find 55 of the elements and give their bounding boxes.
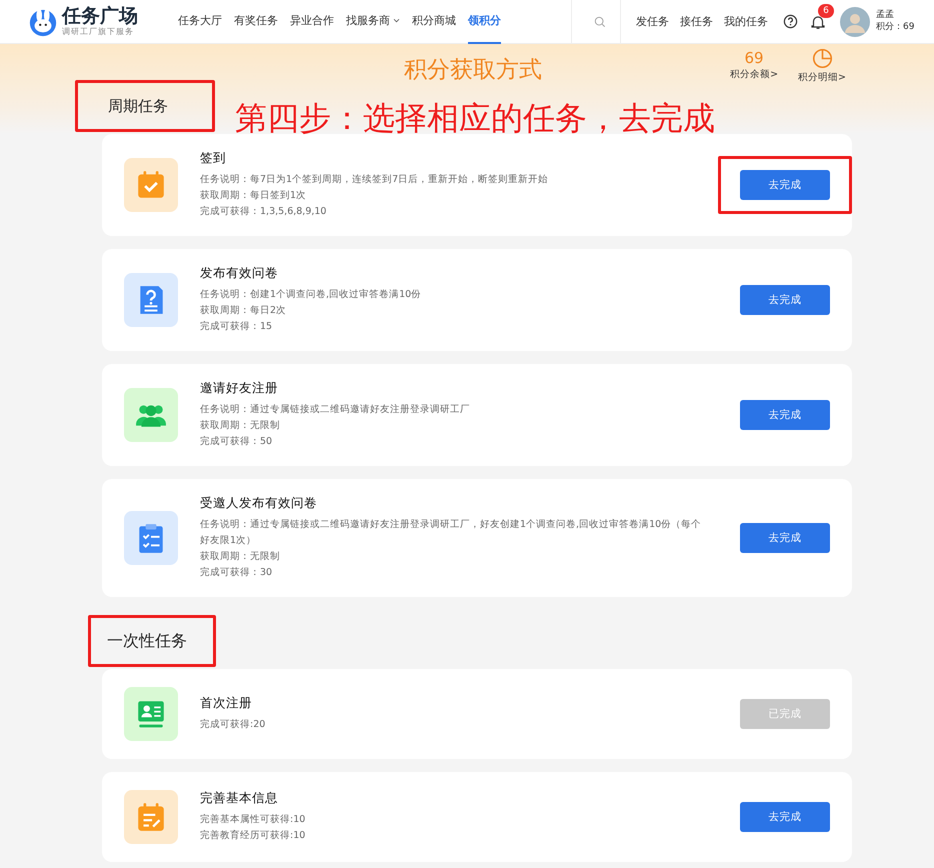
id-card-monitor-icon <box>135 698 167 730</box>
logo-title: 任务广场 <box>62 7 138 26</box>
task-detail: 获取周期：每日2次 <box>200 304 288 318</box>
annotation-text: 第四步：选择相应的任务，去完成 <box>235 98 715 139</box>
chevron-down-icon <box>393 18 400 23</box>
search-icon[interactable] <box>594 16 606 28</box>
nav-tab[interactable]: 任务大厅 <box>178 0 222 44</box>
pie-chart-icon[interactable] <box>812 48 833 69</box>
user-name: 孟孟 <box>876 10 895 22</box>
task-detail: 完成可获得：50 <box>200 435 274 449</box>
task-detail: 任务说明：通过专属链接或二维码邀请好友注册登录调研工厂 <box>200 403 471 417</box>
nav-tab[interactable]: 找服务商 <box>346 0 400 44</box>
task-detail: 获取周期：每日签到1次 <box>200 189 308 203</box>
task-button[interactable]: 去完成 <box>740 285 830 315</box>
task-title: 发布有效问卷 <box>200 265 279 282</box>
task-detail: 完善教育经历可获得:10 <box>200 828 306 843</box>
task-title: 受邀人发布有效问卷 <box>200 495 318 512</box>
task-button[interactable]: 去完成 <box>740 170 830 200</box>
calendar-edit-icon <box>135 801 167 833</box>
bell-icon[interactable] <box>810 14 826 30</box>
task-title: 首次注册 <box>200 695 253 712</box>
task-title: 签到 <box>200 150 227 167</box>
task-detail: 获取周期：无限制 <box>200 419 281 433</box>
nav-tab[interactable]: 异业合作 <box>290 0 334 44</box>
header-link[interactable]: 我的任务 <box>724 14 768 29</box>
task-detail: 获取周期：无限制 <box>200 550 281 564</box>
nav-tab[interactable]: 积分商城 <box>412 0 456 44</box>
section-heading: 一次性任务 <box>88 615 216 667</box>
logo-subtitle: 调研工厂旗下服务 <box>62 28 135 36</box>
task-button[interactable]: 去完成 <box>740 523 830 553</box>
help-icon[interactable] <box>783 14 798 29</box>
task-button[interactable]: 去完成 <box>740 802 830 832</box>
task-detail: 完成可获得：1,3,5,6,8,9,10 <box>200 205 328 219</box>
points-detail-link[interactable]: 积分明细> <box>798 71 846 84</box>
task-button[interactable]: 去完成 <box>740 400 830 430</box>
section-heading: 周期任务 <box>75 80 215 132</box>
task-detail: 完成可获得：30 <box>200 566 274 580</box>
notification-badge: 6 <box>818 4 834 18</box>
task-title: 完善基本信息 <box>200 790 279 807</box>
points-balance-link[interactable]: 69 积分余额> <box>730 48 778 84</box>
task-detail: 任务说明：每7日为1个签到周期，连续签到7日后，重新开始，断签则重新开始 <box>200 173 550 187</box>
calendar-check-icon <box>135 169 167 201</box>
task-title: 邀请好友注册 <box>200 380 279 397</box>
rabbit-logo-icon <box>28 6 58 36</box>
task-detail: 完成可获得：15 <box>200 320 274 334</box>
page-title: 积分获取方式 <box>404 56 542 85</box>
header-link[interactable]: 发任务 <box>636 14 669 29</box>
avatar[interactable] <box>840 6 870 36</box>
user-points: 积分：69 <box>876 22 914 34</box>
task-detail: 任务说明：创建1个调查问卷,回收过审答卷满10份 <box>200 288 422 302</box>
header-link[interactable]: 接任务 <box>680 14 713 29</box>
task-detail: 完善基本属性可获得:10 <box>200 813 306 827</box>
task-detail: 任务说明：通过专属链接或二维码邀请好友注册登录调研工厂，好友创建1个调查问卷,回收过审答卷满10份（每个好友限1次） <box>200 518 702 548</box>
nav-tab[interactable]: 有奖任务 <box>234 0 278 44</box>
task-detail: 完成可获得:20 <box>200 718 266 732</box>
